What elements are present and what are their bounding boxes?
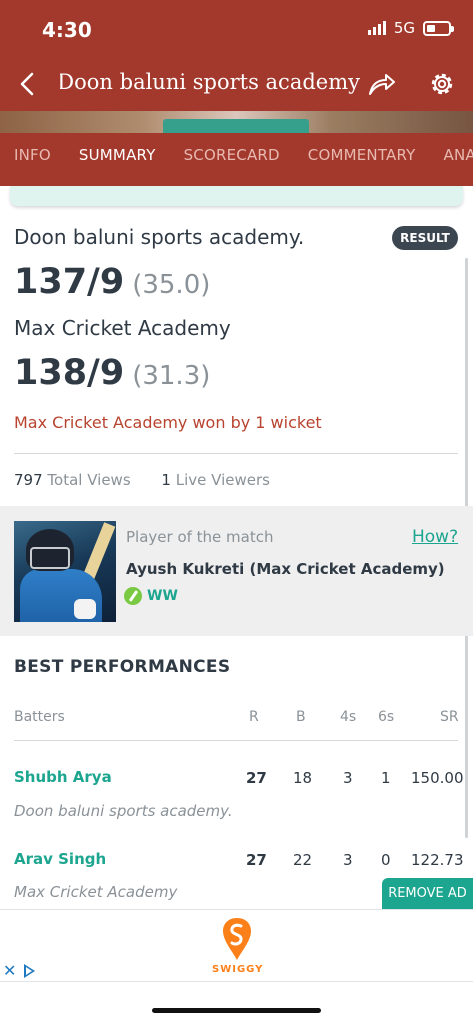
header-sixes: 6s (378, 709, 395, 725)
batter-team: Doon baluni sports academy. (14, 802, 233, 820)
header-strike-rate: SR (440, 709, 459, 725)
tab-summary[interactable]: SUMMARY (65, 133, 170, 186)
live-score-tab[interactable] (163, 119, 309, 133)
player-photo (14, 521, 116, 622)
home-indicator[interactable] (152, 1008, 321, 1013)
divider (14, 453, 458, 454)
app-header: 4:30 5G Max Cricket Academy vs Doon balu… (0, 0, 473, 186)
best-performances-title: BEST PERFORMANCES (14, 657, 231, 677)
page-title: Max Cricket Academy vs Doon baluni sport… (60, 70, 360, 94)
batter-fours: 3 (343, 769, 353, 787)
tab-analysis[interactable]: ANALYSIS (430, 133, 473, 186)
team1-score: 137/9 (35.0) (14, 262, 210, 302)
ad-choices-icon[interactable] (24, 964, 35, 978)
live-viewers-label: Live Viewers (175, 471, 270, 489)
team1-overs: (35.0) (132, 270, 211, 300)
player-of-match-card[interactable]: Player of the match How? Ayush Kukreti (… (0, 506, 473, 636)
batter-strike-rate: 122.73 (411, 851, 464, 869)
team1-runs: 137/9 (14, 262, 125, 302)
role-label: WW (147, 588, 178, 604)
bat-role-icon (124, 587, 142, 605)
batter-balls: 22 (293, 851, 313, 869)
batter-sixes: 0 (381, 851, 391, 869)
batter-runs: 27 (246, 769, 267, 787)
header-balls: B (296, 709, 306, 725)
total-views-label: Total Views (47, 471, 131, 489)
team2-runs: 138/9 (14, 353, 125, 393)
batter-name[interactable]: Arav Singh (14, 850, 106, 868)
potm-player-name: Ayush Kukreti (Max Cricket Academy) (126, 560, 445, 578)
tab-scorecard[interactable]: SCORECARD (170, 133, 294, 186)
team2-overs: (31.3) (132, 361, 211, 391)
signal-icon (367, 21, 386, 35)
team2-name: Max Cricket Academy (14, 316, 231, 340)
nav-bar: Max Cricket Academy vs Doon baluni sport… (0, 60, 473, 110)
player-role: WW (124, 587, 178, 605)
batter-runs: 27 (246, 851, 267, 869)
header-runs: R (249, 709, 259, 725)
team1-name: Doon baluni sports academy. (14, 225, 305, 249)
table-divider (14, 740, 458, 741)
swiggy-logo-icon (223, 918, 251, 960)
ad-banner[interactable]: SWIGGY ✕ (0, 909, 473, 982)
batter-sixes: 1 (381, 769, 391, 787)
batter-strike-rate: 150.00 (411, 769, 464, 787)
status-indicators: 5G (367, 19, 454, 37)
batter-fours: 3 (343, 851, 353, 869)
tab-bar: INFO SUMMARY SCORECARD COMMENTARY ANALYS… (0, 133, 473, 186)
back-arrow-icon[interactable] (14, 70, 42, 98)
header-batters: Batters (14, 709, 65, 725)
tab-commentary[interactable]: COMMENTARY (294, 133, 430, 186)
share-icon[interactable] (366, 70, 396, 98)
match-result: Max Cricket Academy won by 1 wicket (14, 413, 322, 432)
banner-strip (0, 111, 473, 133)
team2-score: 138/9 (31.3) (14, 353, 210, 393)
match-title: Max Cricket Academy vs Doon baluni sport… (60, 70, 360, 94)
header-fours: 4s (340, 709, 357, 725)
potm-label: Player of the match (126, 528, 274, 546)
result-badge: RESULT (392, 226, 458, 250)
battery-icon (423, 20, 454, 36)
status-time: 4:30 (42, 18, 92, 42)
tab-info[interactable]: INFO (0, 133, 65, 186)
total-views-count: 797 (14, 471, 43, 489)
how-link[interactable]: How? (412, 527, 458, 547)
ad-close-icon[interactable]: ✕ (3, 961, 16, 980)
view-stats: 797 Total Views 1 Live Viewers (14, 471, 270, 489)
settings-gear-icon[interactable] (427, 69, 457, 99)
live-viewers-count: 1 (161, 471, 171, 489)
ad-brand-name: SWIGGY (212, 964, 264, 975)
collapsed-card[interactable] (10, 186, 463, 206)
batter-balls: 18 (293, 769, 313, 787)
batter-name[interactable]: Shubh Arya (14, 768, 112, 786)
network-label: 5G (393, 19, 415, 37)
remove-ad-button[interactable]: REMOVE AD (382, 878, 473, 909)
batter-team: Max Cricket Academy (14, 883, 178, 901)
